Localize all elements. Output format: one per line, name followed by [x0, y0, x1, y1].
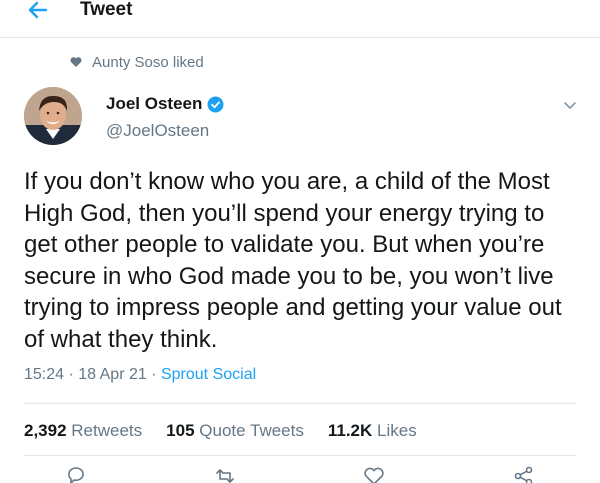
page-title: Tweet	[80, 0, 133, 20]
social-context: Aunty Soso liked	[70, 52, 204, 72]
likes-label: Likes	[377, 421, 417, 440]
heart-icon	[70, 57, 82, 67]
share-icon[interactable]	[512, 464, 536, 483]
retweet-icon[interactable]	[213, 464, 237, 483]
reply-icon[interactable]	[64, 464, 88, 483]
verified-badge-icon	[207, 96, 224, 112]
author-handle[interactable]: @JoelOsteen	[106, 121, 209, 141]
tweet-actions	[0, 464, 600, 483]
meta-separator: ·	[146, 366, 161, 383]
quote-tweets-label: Quote Tweets	[199, 421, 304, 440]
chevron-down-icon[interactable]	[562, 100, 578, 112]
retweets-stat[interactable]: 2,392 Retweets	[24, 421, 142, 441]
tweet-meta: 15:24 · 18 Apr 21 · Sprout Social	[24, 366, 256, 384]
back-arrow-icon[interactable]	[22, 0, 54, 24]
divider	[24, 455, 576, 456]
divider	[24, 403, 576, 404]
meta-separator: ·	[64, 366, 79, 383]
top-bar: Tweet	[0, 0, 600, 38]
author-name[interactable]: Joel Osteen	[106, 94, 202, 114]
quote-tweets-count: 105	[166, 421, 195, 440]
tweet-time: 15:24	[24, 366, 65, 383]
likes-count: 11.2K	[327, 421, 373, 440]
avatar[interactable]	[24, 87, 82, 145]
author-name-row[interactable]: Joel Osteen	[106, 94, 224, 114]
like-icon[interactable]	[362, 464, 386, 483]
avatar-image	[24, 87, 82, 145]
social-context-text[interactable]: Aunty Soso liked	[92, 54, 204, 71]
retweets-count: 2,392	[24, 421, 67, 440]
tweet-text: If you don’t know who you are, a child o…	[24, 168, 562, 353]
tweet-stats: 2,392 Retweets 105 Quote Tweets 11.2K Li…	[24, 421, 441, 441]
retweets-label: Retweets	[71, 421, 143, 440]
quote-tweets-stat[interactable]: 105 Quote Tweets	[166, 421, 304, 441]
likes-stat[interactable]: 11.2K Likes	[328, 421, 417, 441]
tweet-date: 18 Apr 21	[78, 366, 147, 383]
tweet-source-link[interactable]: Sprout Social	[161, 366, 256, 383]
